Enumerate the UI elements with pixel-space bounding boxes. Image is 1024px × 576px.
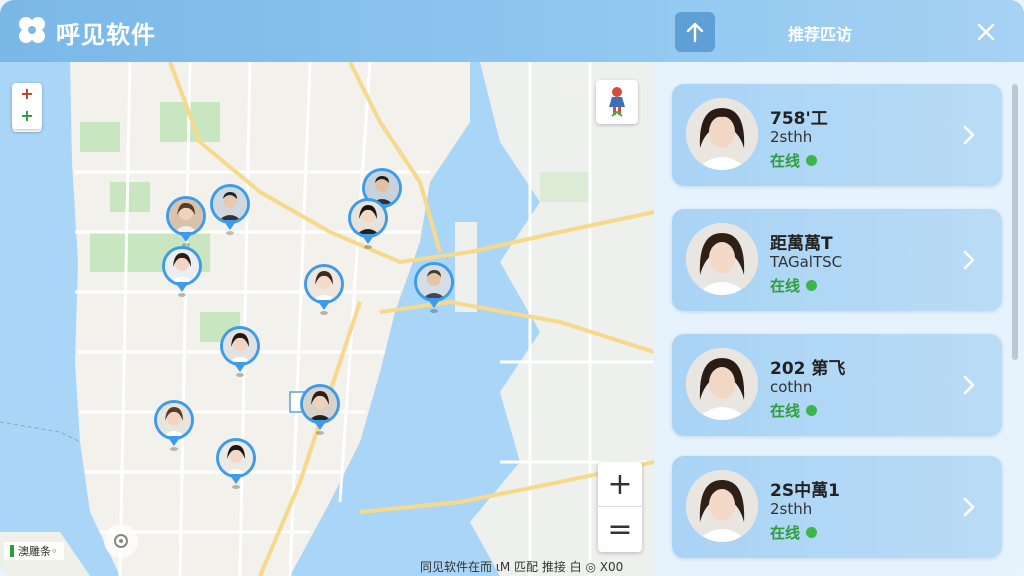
map-legend: 澳雕条◦ — [4, 542, 64, 560]
user-pin[interactable] — [414, 262, 454, 313]
locate-button[interactable] — [104, 524, 138, 558]
recommendation-card[interactable]: 758'工 2sthh 在线 — [672, 84, 1002, 186]
avatar-icon — [307, 267, 341, 301]
map-base — [0, 62, 654, 576]
avatar-icon — [169, 199, 203, 233]
user-pin[interactable] — [166, 196, 206, 247]
online-status: 在线 — [770, 522, 818, 543]
recommendation-card[interactable]: 2S中萬1 2sthh 在线 — [672, 456, 1002, 558]
avatar-icon — [686, 98, 758, 170]
user-pin[interactable] — [300, 384, 340, 435]
card-name: 2S中萬1 — [770, 481, 840, 501]
arrow-up-icon — [686, 22, 704, 43]
panel-title: 推荐匹访 — [788, 25, 853, 44]
avatar-icon — [351, 201, 385, 235]
map-footer-text: 同见软件在而 ιM 匹配 推接 白 ◎ X00 — [420, 560, 624, 574]
status-text: 在线 — [770, 524, 801, 542]
user-pin[interactable] — [154, 400, 194, 451]
map-view[interactable] — [0, 62, 654, 576]
mini-zoom-out-button[interactable]: + — [12, 105, 42, 127]
user-pin[interactable] — [210, 184, 250, 235]
app-window: 呼见软件 推荐匹访 + + + = 澳雕条◦ 同见软件在而 ιM 匹配 推接 白… — [0, 0, 1024, 576]
clover-logo-icon — [19, 17, 45, 43]
zoom-out-button[interactable]: = — [598, 507, 642, 551]
person-marker-button[interactable] — [596, 80, 638, 124]
online-dot-icon — [806, 280, 818, 291]
avatar — [686, 348, 758, 420]
user-pin[interactable] — [216, 438, 256, 489]
status-text: 在线 — [770, 277, 801, 295]
title-bar: 呼见软件 推荐匹访 — [0, 0, 1024, 62]
online-dot-icon — [806, 405, 818, 416]
map-mini-controls[interactable]: + + — [12, 83, 42, 129]
avatar-icon — [213, 187, 247, 221]
chevron-right-icon[interactable] — [958, 370, 980, 400]
chevron-right-icon[interactable] — [958, 492, 980, 522]
user-pin[interactable] — [304, 264, 344, 315]
avatar-icon — [223, 329, 257, 363]
chevron-right-icon[interactable] — [958, 120, 980, 150]
user-pin[interactable] — [162, 246, 202, 297]
card-subtitle: TAGalTSC — [770, 253, 843, 271]
online-dot-icon — [806, 527, 818, 538]
user-pin[interactable] — [220, 326, 260, 377]
avatar-icon — [686, 348, 758, 420]
chevron-right-icon[interactable] — [958, 245, 980, 275]
online-status: 在线 — [770, 400, 818, 421]
card-name: 202 第飞 — [770, 359, 846, 379]
recommendation-card[interactable]: 距萬萬T TAGalTSC 在线 — [672, 209, 1002, 311]
zoom-in-button[interactable]: + — [598, 462, 642, 506]
avatar-icon — [303, 387, 337, 421]
card-subtitle: cothn — [770, 378, 813, 396]
legend-bar — [10, 545, 14, 557]
app-title: 呼见软件 — [56, 21, 156, 49]
online-status: 在线 — [770, 275, 818, 296]
locate-icon — [114, 534, 128, 548]
card-subtitle: 2sthh — [770, 500, 813, 518]
online-status: 在线 — [770, 150, 818, 171]
avatar-icon — [157, 403, 191, 437]
card-name: 758'工 — [770, 109, 828, 129]
legend-text: 澳雕条◦ — [18, 545, 58, 558]
avatar-icon — [686, 223, 758, 295]
avatar-icon — [686, 470, 758, 542]
zoom-controls: + = — [598, 462, 642, 552]
online-dot-icon — [806, 155, 818, 166]
close-icon — [977, 23, 995, 41]
user-pin[interactable] — [348, 198, 388, 249]
close-button[interactable] — [972, 18, 1000, 46]
scroll-up-button[interactable] — [675, 12, 715, 52]
avatar-icon — [219, 441, 253, 475]
avatar — [686, 470, 758, 542]
mini-zoom-in-button[interactable]: + — [12, 83, 42, 105]
panel-scrollbar[interactable] — [1012, 84, 1018, 360]
avatar — [686, 223, 758, 295]
avatar-icon — [165, 249, 199, 283]
status-text: 在线 — [770, 152, 801, 170]
avatar — [686, 98, 758, 170]
avatar-icon — [417, 265, 451, 299]
card-subtitle: 2sthh — [770, 128, 813, 146]
status-text: 在线 — [770, 402, 801, 420]
person-location-icon — [609, 87, 625, 117]
recommendation-card[interactable]: 202 第飞 cothn 在线 — [672, 334, 1002, 436]
card-name: 距萬萬T — [770, 234, 833, 254]
